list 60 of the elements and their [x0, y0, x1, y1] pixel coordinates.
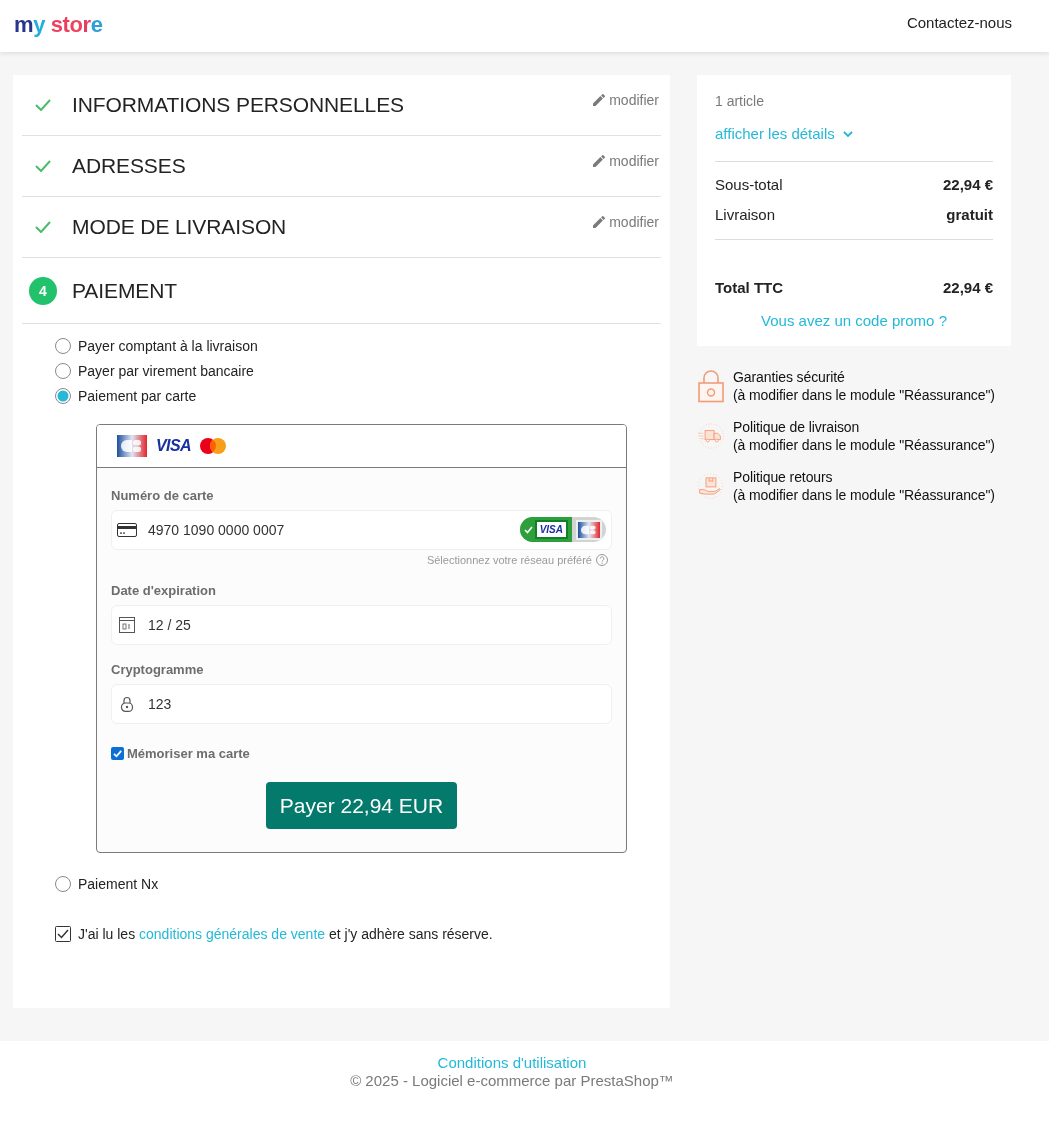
item-count: 1 article	[715, 92, 766, 110]
pencil-icon	[593, 94, 606, 106]
cb-logo-icon	[117, 435, 147, 457]
step-number-badge: 4	[29, 276, 57, 305]
radio-button[interactable]	[55, 875, 71, 892]
total-label: Total TTC	[715, 278, 784, 296]
cb-logo-icon	[578, 521, 600, 538]
mastercard-logo-icon	[199, 438, 226, 454]
checkbox[interactable]	[111, 747, 124, 760]
radio-button[interactable]	[55, 387, 71, 404]
summary-label: Sous-total	[715, 175, 783, 193]
summary-label: Livraison	[715, 205, 776, 223]
step-title: MODE DE LIVRAISON	[72, 215, 287, 239]
check-icon	[523, 525, 533, 534]
checkbox-label[interactable]: Mémoriser ma carte	[127, 746, 250, 761]
padlock-icon	[120, 696, 134, 712]
edit-link[interactable]: modifier	[593, 214, 659, 230]
reassurance-note: (à modifier dans le module "Réassurance")	[733, 386, 995, 404]
edit-link[interactable]: modifier	[593, 153, 659, 169]
pencil-icon	[593, 216, 606, 228]
network-hint: Sélectionnez votre réseau préféré	[426, 554, 592, 566]
pencil-icon	[593, 155, 606, 167]
truck-icon	[697, 421, 724, 451]
payment-option-label[interactable]: Paiement par carte	[78, 387, 197, 404]
pay-button[interactable]: Payer 22,94 EUR	[266, 782, 457, 829]
checkbox[interactable]	[55, 925, 71, 942]
field-label: Numéro de carte	[111, 488, 215, 504]
edit-link[interactable]: modifier	[593, 92, 659, 108]
visa-logo: VISA	[156, 437, 191, 455]
step-title: ADRESSES	[72, 154, 186, 178]
payment-option-label[interactable]: Paiement Nx	[78, 875, 159, 892]
box-in-hand-icon	[697, 471, 724, 501]
reassurance-title: Politique retours	[733, 468, 834, 486]
store-logo[interactable]: my store	[14, 11, 103, 38]
calendar-icon	[119, 617, 135, 633]
reassurance-title: Garanties sécurité	[733, 368, 846, 386]
card-icon	[117, 523, 137, 537]
field-label: Date d'expiration	[111, 583, 217, 599]
padlock-icon	[697, 369, 724, 403]
payment-option-label[interactable]: Payer par virement bancaire	[78, 362, 254, 379]
network-option[interactable]: VISA	[519, 517, 572, 542]
reassurance-title: Politique de livraison	[733, 418, 861, 436]
security-code-field[interactable]: 123	[111, 684, 612, 724]
field-label: Cryptogramme	[111, 662, 205, 678]
step-title: PAIEMENT	[72, 278, 177, 303]
copyright-text: © 2025 - Logiciel e-commerce par PrestaShop™	[350, 1072, 674, 1090]
payment-option-label[interactable]: Payer comptant à la livraison	[78, 337, 258, 354]
terms-text: J'ai lu les conditions générales de vente et j'y adhère sans réserve.	[78, 925, 493, 942]
summary-value: 22,94 €	[942, 175, 993, 193]
summary-value: gratuit	[946, 205, 993, 223]
contact-link[interactable]: Contactez-nous	[906, 14, 1012, 31]
radio-button[interactable]	[55, 362, 71, 379]
expiry-date-field[interactable]: 12 / 25	[111, 605, 612, 645]
help-icon[interactable]	[596, 554, 608, 566]
reassurance-note: (à modifier dans le module "Réassurance")	[733, 436, 995, 454]
step-title: INFORMATIONS PERSONNELLES	[72, 93, 404, 117]
radio-button[interactable]	[55, 337, 71, 354]
reassurance-note: (à modifier dans le module "Réassurance")	[733, 486, 995, 504]
total-value: 22,94 €	[942, 278, 993, 296]
chevron-down-icon	[842, 130, 853, 138]
